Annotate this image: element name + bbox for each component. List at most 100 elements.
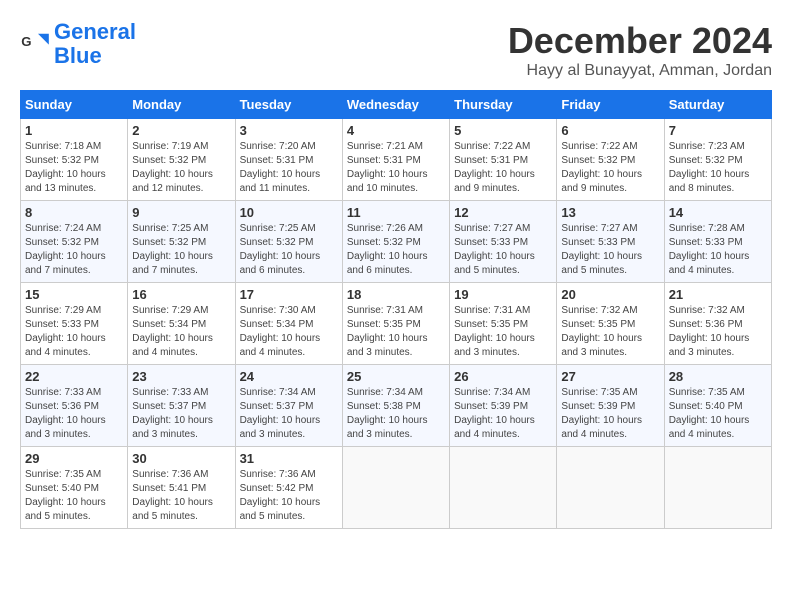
day-cell-1: 1 Sunrise: 7:18 AM Sunset: 5:32 PM Dayli… — [21, 119, 128, 201]
day-cell-2: 2 Sunrise: 7:19 AM Sunset: 5:32 PM Dayli… — [128, 119, 235, 201]
calendar-week-4: 22 Sunrise: 7:33 AM Sunset: 5:36 PM Dayl… — [21, 365, 772, 447]
calendar-week-2: 8 Sunrise: 7:24 AM Sunset: 5:32 PM Dayli… — [21, 201, 772, 283]
day-cell-3: 3 Sunrise: 7:20 AM Sunset: 5:31 PM Dayli… — [235, 119, 342, 201]
day-number: 20 — [561, 287, 659, 302]
header-cell-friday: Friday — [557, 91, 664, 119]
day-cell-6: 6 Sunrise: 7:22 AM Sunset: 5:32 PM Dayli… — [557, 119, 664, 201]
day-cell-23: 23 Sunrise: 7:33 AM Sunset: 5:37 PM Dayl… — [128, 365, 235, 447]
day-number: 4 — [347, 123, 445, 138]
day-cell-15: 15 Sunrise: 7:29 AM Sunset: 5:33 PM Dayl… — [21, 283, 128, 365]
day-cell-25: 25 Sunrise: 7:34 AM Sunset: 5:38 PM Dayl… — [342, 365, 449, 447]
day-info: Sunrise: 7:34 AM Sunset: 5:37 PM Dayligh… — [240, 386, 338, 442]
day-number: 19 — [454, 287, 552, 302]
day-cell-14: 14 Sunrise: 7:28 AM Sunset: 5:33 PM Dayl… — [664, 201, 771, 283]
day-cell-19: 19 Sunrise: 7:31 AM Sunset: 5:35 PM Dayl… — [450, 283, 557, 365]
day-info: Sunrise: 7:25 AM Sunset: 5:32 PM Dayligh… — [132, 222, 230, 278]
day-info: Sunrise: 7:23 AM Sunset: 5:32 PM Dayligh… — [669, 140, 767, 196]
logo: G General Blue — [20, 20, 136, 68]
day-info: Sunrise: 7:35 AM Sunset: 5:39 PM Dayligh… — [561, 386, 659, 442]
calendar-title: December 2024 — [508, 20, 772, 62]
day-cell-21: 21 Sunrise: 7:32 AM Sunset: 5:36 PM Dayl… — [664, 283, 771, 365]
day-number: 21 — [669, 287, 767, 302]
day-info: Sunrise: 7:19 AM Sunset: 5:32 PM Dayligh… — [132, 140, 230, 196]
day-number: 28 — [669, 369, 767, 384]
day-number: 1 — [25, 123, 123, 138]
day-info: Sunrise: 7:33 AM Sunset: 5:36 PM Dayligh… — [25, 386, 123, 442]
day-cell-5: 5 Sunrise: 7:22 AM Sunset: 5:31 PM Dayli… — [450, 119, 557, 201]
day-cell-12: 12 Sunrise: 7:27 AM Sunset: 5:33 PM Dayl… — [450, 201, 557, 283]
day-cell-7: 7 Sunrise: 7:23 AM Sunset: 5:32 PM Dayli… — [664, 119, 771, 201]
day-number: 15 — [25, 287, 123, 302]
day-number: 11 — [347, 205, 445, 220]
day-cell-28: 28 Sunrise: 7:35 AM Sunset: 5:40 PM Dayl… — [664, 365, 771, 447]
day-cell-20: 20 Sunrise: 7:32 AM Sunset: 5:35 PM Dayl… — [557, 283, 664, 365]
day-info: Sunrise: 7:34 AM Sunset: 5:38 PM Dayligh… — [347, 386, 445, 442]
day-info: Sunrise: 7:25 AM Sunset: 5:32 PM Dayligh… — [240, 222, 338, 278]
day-number: 22 — [25, 369, 123, 384]
day-info: Sunrise: 7:31 AM Sunset: 5:35 PM Dayligh… — [454, 304, 552, 360]
logo-text: General Blue — [54, 20, 136, 68]
day-number: 17 — [240, 287, 338, 302]
day-info: Sunrise: 7:22 AM Sunset: 5:32 PM Dayligh… — [561, 140, 659, 196]
calendar-week-3: 15 Sunrise: 7:29 AM Sunset: 5:33 PM Dayl… — [21, 283, 772, 365]
day-number: 27 — [561, 369, 659, 384]
day-number: 26 — [454, 369, 552, 384]
day-number: 6 — [561, 123, 659, 138]
header-cell-wednesday: Wednesday — [342, 91, 449, 119]
day-info: Sunrise: 7:24 AM Sunset: 5:32 PM Dayligh… — [25, 222, 123, 278]
day-info: Sunrise: 7:29 AM Sunset: 5:34 PM Dayligh… — [132, 304, 230, 360]
day-info: Sunrise: 7:29 AM Sunset: 5:33 PM Dayligh… — [25, 304, 123, 360]
day-cell-31: 31 Sunrise: 7:36 AM Sunset: 5:42 PM Dayl… — [235, 447, 342, 529]
day-cell-8: 8 Sunrise: 7:24 AM Sunset: 5:32 PM Dayli… — [21, 201, 128, 283]
day-number: 13 — [561, 205, 659, 220]
day-number: 29 — [25, 451, 123, 466]
day-cell-24: 24 Sunrise: 7:34 AM Sunset: 5:37 PM Dayl… — [235, 365, 342, 447]
day-info: Sunrise: 7:26 AM Sunset: 5:32 PM Dayligh… — [347, 222, 445, 278]
day-cell-30: 30 Sunrise: 7:36 AM Sunset: 5:41 PM Dayl… — [128, 447, 235, 529]
day-number: 25 — [347, 369, 445, 384]
day-number: 5 — [454, 123, 552, 138]
day-number: 23 — [132, 369, 230, 384]
title-block: December 2024 Hayy al Bunayyat, Amman, J… — [508, 20, 772, 80]
calendar-header-row: SundayMondayTuesdayWednesdayThursdayFrid… — [21, 91, 772, 119]
day-info: Sunrise: 7:30 AM Sunset: 5:34 PM Dayligh… — [240, 304, 338, 360]
day-cell-16: 16 Sunrise: 7:29 AM Sunset: 5:34 PM Dayl… — [128, 283, 235, 365]
calendar-week-5: 29 Sunrise: 7:35 AM Sunset: 5:40 PM Dayl… — [21, 447, 772, 529]
calendar-subtitle: Hayy al Bunayyat, Amman, Jordan — [508, 62, 772, 80]
empty-cell — [664, 447, 771, 529]
day-info: Sunrise: 7:31 AM Sunset: 5:35 PM Dayligh… — [347, 304, 445, 360]
day-number: 30 — [132, 451, 230, 466]
day-number: 18 — [347, 287, 445, 302]
day-info: Sunrise: 7:20 AM Sunset: 5:31 PM Dayligh… — [240, 140, 338, 196]
empty-cell — [450, 447, 557, 529]
day-info: Sunrise: 7:21 AM Sunset: 5:31 PM Dayligh… — [347, 140, 445, 196]
header-cell-saturday: Saturday — [664, 91, 771, 119]
header-cell-sunday: Sunday — [21, 91, 128, 119]
day-number: 3 — [240, 123, 338, 138]
day-cell-10: 10 Sunrise: 7:25 AM Sunset: 5:32 PM Dayl… — [235, 201, 342, 283]
day-info: Sunrise: 7:36 AM Sunset: 5:42 PM Dayligh… — [240, 468, 338, 524]
day-info: Sunrise: 7:18 AM Sunset: 5:32 PM Dayligh… — [25, 140, 123, 196]
day-cell-27: 27 Sunrise: 7:35 AM Sunset: 5:39 PM Dayl… — [557, 365, 664, 447]
day-cell-4: 4 Sunrise: 7:21 AM Sunset: 5:31 PM Dayli… — [342, 119, 449, 201]
day-cell-22: 22 Sunrise: 7:33 AM Sunset: 5:36 PM Dayl… — [21, 365, 128, 447]
day-cell-29: 29 Sunrise: 7:35 AM Sunset: 5:40 PM Dayl… — [21, 447, 128, 529]
calendar-table: SundayMondayTuesdayWednesdayThursdayFrid… — [20, 90, 772, 529]
day-number: 12 — [454, 205, 552, 220]
day-number: 31 — [240, 451, 338, 466]
day-number: 9 — [132, 205, 230, 220]
logo-icon: G — [20, 29, 50, 59]
day-cell-11: 11 Sunrise: 7:26 AM Sunset: 5:32 PM Dayl… — [342, 201, 449, 283]
day-cell-13: 13 Sunrise: 7:27 AM Sunset: 5:33 PM Dayl… — [557, 201, 664, 283]
day-cell-18: 18 Sunrise: 7:31 AM Sunset: 5:35 PM Dayl… — [342, 283, 449, 365]
header: G General Blue December 2024 Hayy al Bun… — [20, 20, 772, 80]
empty-cell — [342, 447, 449, 529]
day-cell-9: 9 Sunrise: 7:25 AM Sunset: 5:32 PM Dayli… — [128, 201, 235, 283]
day-number: 14 — [669, 205, 767, 220]
header-cell-tuesday: Tuesday — [235, 91, 342, 119]
day-cell-17: 17 Sunrise: 7:30 AM Sunset: 5:34 PM Dayl… — [235, 283, 342, 365]
header-cell-thursday: Thursday — [450, 91, 557, 119]
day-info: Sunrise: 7:33 AM Sunset: 5:37 PM Dayligh… — [132, 386, 230, 442]
day-info: Sunrise: 7:34 AM Sunset: 5:39 PM Dayligh… — [454, 386, 552, 442]
calendar-week-1: 1 Sunrise: 7:18 AM Sunset: 5:32 PM Dayli… — [21, 119, 772, 201]
